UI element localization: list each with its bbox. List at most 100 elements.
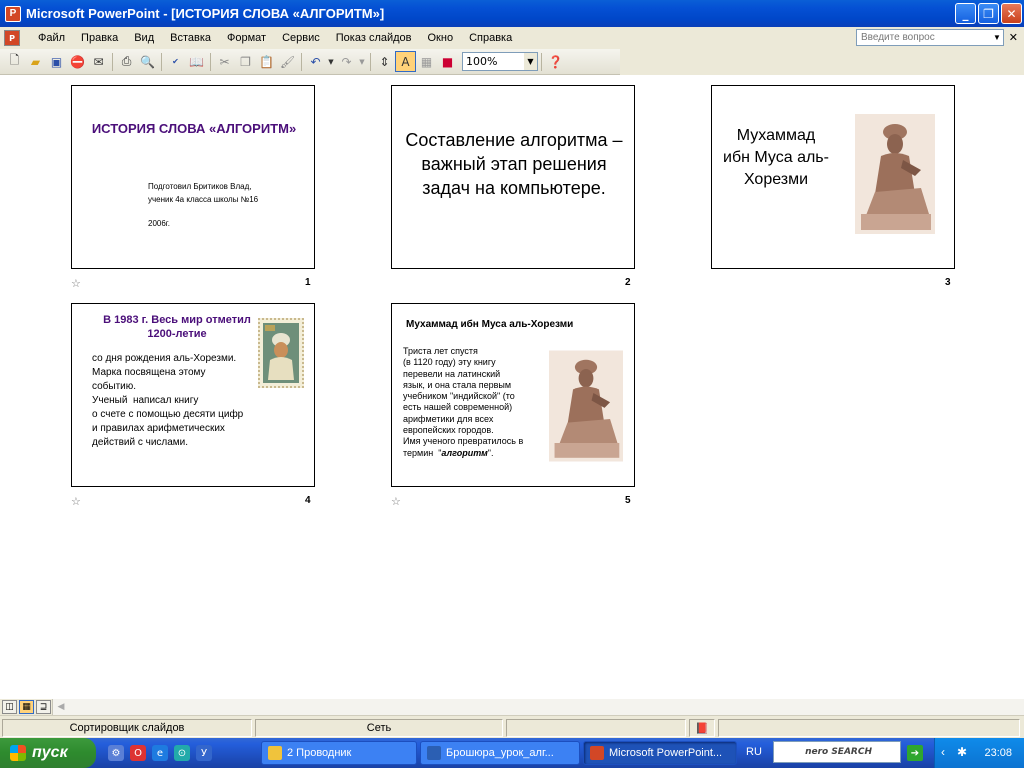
slide-text: Триста лет спустя (в 1120 году) эту книг…: [403, 346, 553, 459]
view-bar: ◫ ▦ ⊒ ◀: [0, 698, 1024, 715]
cut-icon[interactable]: ✂: [214, 51, 235, 72]
task-label: Брошюра_урок_алг...: [446, 747, 554, 759]
status-bar: Сортировщик слайдов Сеть 📕: [0, 715, 1024, 738]
print-icon[interactable]: ⎙: [116, 51, 137, 72]
slide-title: ИСТОРИЯ СЛОВА «АЛГОРИТМ»: [91, 121, 297, 136]
new-icon[interactable]: 🗋: [4, 51, 25, 72]
help-placeholder: Введите вопрос: [861, 32, 935, 43]
network-quicklaunch-icon[interactable]: ⚙: [108, 745, 124, 761]
start-button[interactable]: пуск: [0, 738, 96, 768]
separator: [210, 52, 211, 71]
status-view: Сортировщик слайдов: [2, 719, 252, 737]
separator: [112, 52, 113, 71]
slide-author-line: ученик 4а класса школы №16: [148, 195, 259, 204]
normal-view-icon[interactable]: ◫: [2, 700, 17, 714]
taskbar: пуск ⚙ O e ⊙ У 2 Проводник Брошюра_урок_…: [0, 738, 1024, 768]
opera-quicklaunch-icon[interactable]: O: [130, 745, 146, 761]
open-icon[interactable]: ▰: [25, 51, 46, 72]
tray-expand-icon[interactable]: ‹: [941, 745, 945, 759]
redo-dropdown-icon[interactable]: ▼: [357, 51, 367, 72]
language-indicator[interactable]: RU: [746, 746, 762, 758]
grayscale-icon[interactable]: A: [395, 51, 416, 72]
statue-image: [549, 350, 623, 462]
undo-icon[interactable]: ↶: [305, 51, 326, 72]
slide-number: 4: [305, 495, 311, 506]
horizontal-scrollbar[interactable]: ◀: [52, 699, 1024, 715]
slide-thumbnail-4[interactable]: В 1983 г. Весь мир отметил 1200-летие со…: [71, 303, 315, 487]
expand-icon[interactable]: ⇕: [374, 51, 395, 72]
menu-insert[interactable]: Вставка: [162, 32, 219, 44]
research-icon[interactable]: 📖: [186, 51, 207, 72]
transition-star-icon[interactable]: ☆: [71, 277, 81, 290]
windows-logo-icon: [10, 745, 26, 761]
go-arrow-icon[interactable]: ➔: [907, 745, 923, 761]
menu-slideshow[interactable]: Показ слайдов: [328, 32, 420, 44]
slideshow-view-icon[interactable]: ⊒: [36, 700, 51, 714]
powerpoint-icon[interactable]: P: [5, 5, 21, 22]
grid-icon[interactable]: ▦: [416, 51, 437, 72]
menu-format[interactable]: Формат: [219, 32, 274, 44]
copy-icon[interactable]: ❐: [235, 51, 256, 72]
spelling-icon[interactable]: ✔: [165, 51, 186, 72]
menu-edit[interactable]: Правка: [73, 32, 126, 44]
slide-text: со дня рождения аль-Хорезми. Марка посвя…: [92, 353, 244, 448]
spelling-status-icon[interactable]: 📕: [689, 719, 715, 737]
menu-tools[interactable]: Сервис: [274, 32, 328, 44]
toolbar-empty-area: [620, 49, 1024, 75]
color-icon[interactable]: ■: [437, 51, 458, 72]
menu-bar: P Файл Правка Вид Вставка Формат Сервис …: [0, 27, 1024, 49]
menu-window[interactable]: Окно: [420, 32, 462, 44]
nero-logo: nero SEARCH: [805, 747, 872, 757]
quick-launch: ⚙ O e ⊙ У: [108, 745, 212, 761]
task-powerpoint[interactable]: Microsoft PowerPoint...: [583, 741, 737, 765]
redo-icon[interactable]: ↷: [336, 51, 357, 72]
slide-sorter-view-icon[interactable]: ▦: [19, 700, 34, 714]
transition-star-icon[interactable]: ☆: [71, 495, 81, 508]
transition-star-icon[interactable]: ☆: [391, 495, 401, 508]
zoom-select[interactable]: 100% ▼: [462, 52, 538, 71]
slide-thumbnail-1[interactable]: ИСТОРИЯ СЛОВА «АЛГОРИТМ» Подготовил Брит…: [71, 85, 315, 269]
slide-sorter-pane: ИСТОРИЯ СЛОВА «АЛГОРИТМ» Подготовил Брит…: [0, 75, 1024, 698]
explorer-quicklaunch-icon[interactable]: ⊙: [174, 745, 190, 761]
document-close-icon[interactable]: ✕: [1009, 31, 1018, 44]
slide-author-line: Подготовил Бритиков Влад,: [148, 182, 252, 191]
task-word[interactable]: Брошюра_урок_алг...: [420, 741, 580, 765]
slide-term: алгоритм: [441, 447, 488, 458]
print-preview-icon[interactable]: 🔍: [137, 51, 158, 72]
postage-stamp-image: [258, 318, 304, 388]
slide-number: 1: [305, 277, 311, 288]
ie-quicklaunch-icon[interactable]: e: [152, 745, 168, 761]
menu-view[interactable]: Вид: [126, 32, 162, 44]
maximize-button[interactable]: ❐: [978, 3, 999, 24]
nero-search-box[interactable]: nero SEARCH: [773, 741, 901, 763]
menu-help[interactable]: Справка: [461, 32, 520, 44]
slide-thumbnail-2[interactable]: Составление алгоритма – важный этап реше…: [391, 85, 635, 269]
app-quicklaunch-icon[interactable]: У: [196, 745, 212, 761]
save-icon[interactable]: ▣: [46, 51, 67, 72]
slide-thumbnail-5[interactable]: Мухаммад ибн Муса аль-Хорезми Триста лет…: [391, 303, 635, 487]
close-button[interactable]: ✕: [1001, 3, 1022, 24]
scroll-left-icon[interactable]: ◀: [53, 699, 69, 715]
help-question-input[interactable]: Введите вопрос ▼: [856, 29, 1004, 46]
status-empty: [718, 719, 1020, 737]
menu-file[interactable]: Файл: [30, 32, 73, 44]
system-tray: ➔ ‹ ✱ 23:08: [907, 738, 1024, 768]
minimize-button[interactable]: _: [955, 3, 976, 24]
tray-app-icon[interactable]: ✱: [957, 745, 967, 759]
email-icon[interactable]: ✉: [88, 51, 109, 72]
permission-icon[interactable]: ⛔: [67, 51, 88, 72]
task-explorer[interactable]: 2 Проводник: [261, 741, 417, 765]
slide-thumbnail-3[interactable]: Мухаммад ибн Муса аль-Хорезми: [711, 85, 955, 269]
zoom-value: 100%: [466, 55, 498, 68]
paste-icon[interactable]: 📋: [256, 51, 277, 72]
zoom-dropdown-icon[interactable]: ▼: [524, 53, 537, 70]
separator: [301, 52, 302, 71]
powerpoint-icon: [590, 746, 604, 760]
help-dropdown-icon[interactable]: ▼: [991, 30, 1003, 45]
help-icon[interactable]: ❓: [545, 51, 566, 72]
undo-dropdown-icon[interactable]: ▼: [326, 51, 336, 72]
separator: [370, 52, 371, 71]
window-title: Microsoft PowerPoint - [ИСТОРИЯ СЛОВА «А…: [26, 6, 385, 21]
document-icon[interactable]: P: [4, 30, 20, 46]
format-painter-icon[interactable]: 🖌: [277, 51, 298, 72]
